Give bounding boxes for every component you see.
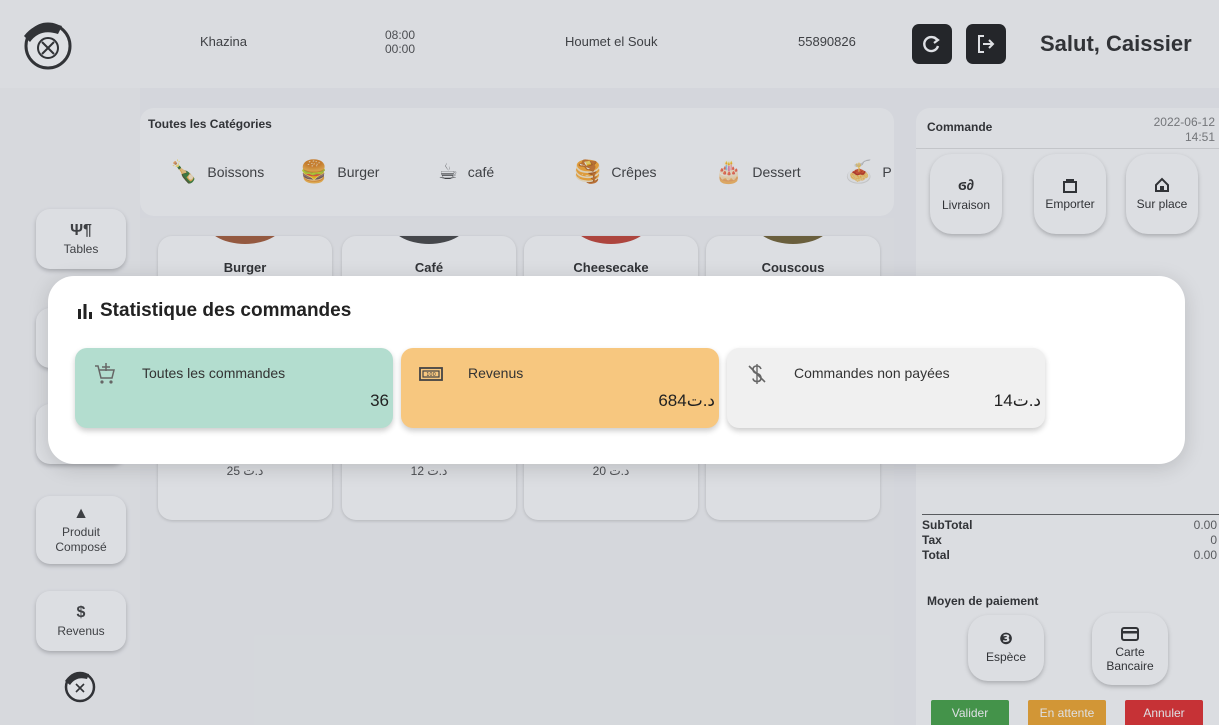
dollar-off-icon <box>748 364 766 384</box>
stats-modal: Statistique des commandes Toutes les com… <box>48 276 1185 464</box>
stat-value: 36 <box>370 391 389 410</box>
stat-value: 684د.ت <box>658 391 715 410</box>
modal-title-text: Statistique des commandes <box>100 300 352 321</box>
svg-text:100: 100 <box>426 372 436 378</box>
cart-plus-icon <box>95 363 115 384</box>
stat-card-all-orders[interactable]: Toutes les commandes 36 <box>75 348 393 428</box>
modal-title: Statistique des commandes <box>76 300 351 322</box>
bar-chart-icon <box>78 304 92 319</box>
stat-card-revenus[interactable]: 100 Revenus 684د.ت <box>401 348 719 428</box>
stat-card-unpaid[interactable]: Commandes non payées 14د.ت <box>727 348 1045 428</box>
stat-label: Toutes les commandes <box>142 365 286 381</box>
banknote-icon: 100 <box>419 367 443 381</box>
stat-value: 14د.ت <box>993 391 1041 410</box>
stat-label: Revenus <box>468 365 524 381</box>
stat-label: Commandes non payées <box>794 365 950 381</box>
